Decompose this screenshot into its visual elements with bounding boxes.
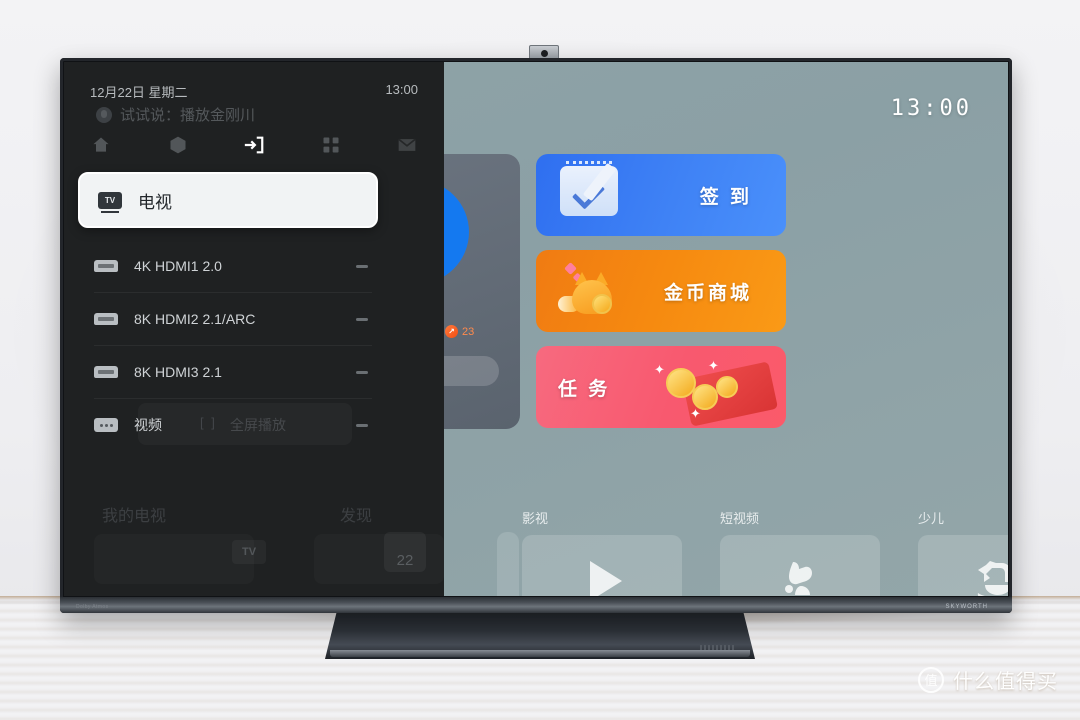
tv-audio-brand-label: Dolby Atmos — [76, 604, 109, 610]
watermark: 值 什么值得买 — [918, 665, 1058, 694]
television: 13:00 ↗ 23 签 到 金币商城 任 务 ✦ ✦ ✦ 影视 短视频 少儿 … — [60, 45, 1012, 613]
tv-stand-vent — [700, 645, 734, 650]
watermark-text: 什么值得买 — [953, 671, 1058, 693]
tv-bezel — [60, 58, 1012, 613]
tv-stand-lip — [330, 650, 750, 657]
tv-brand-label: SKYWORTH — [945, 604, 988, 610]
tv-chin: SKYWORTH Dolby Atmos — [60, 597, 1012, 613]
watermark-logo: 值 — [918, 666, 944, 693]
scene: 13:00 ↗ 23 签 到 金币商城 任 务 ✦ ✦ ✦ 影视 短视频 少儿 … — [0, 0, 1080, 720]
